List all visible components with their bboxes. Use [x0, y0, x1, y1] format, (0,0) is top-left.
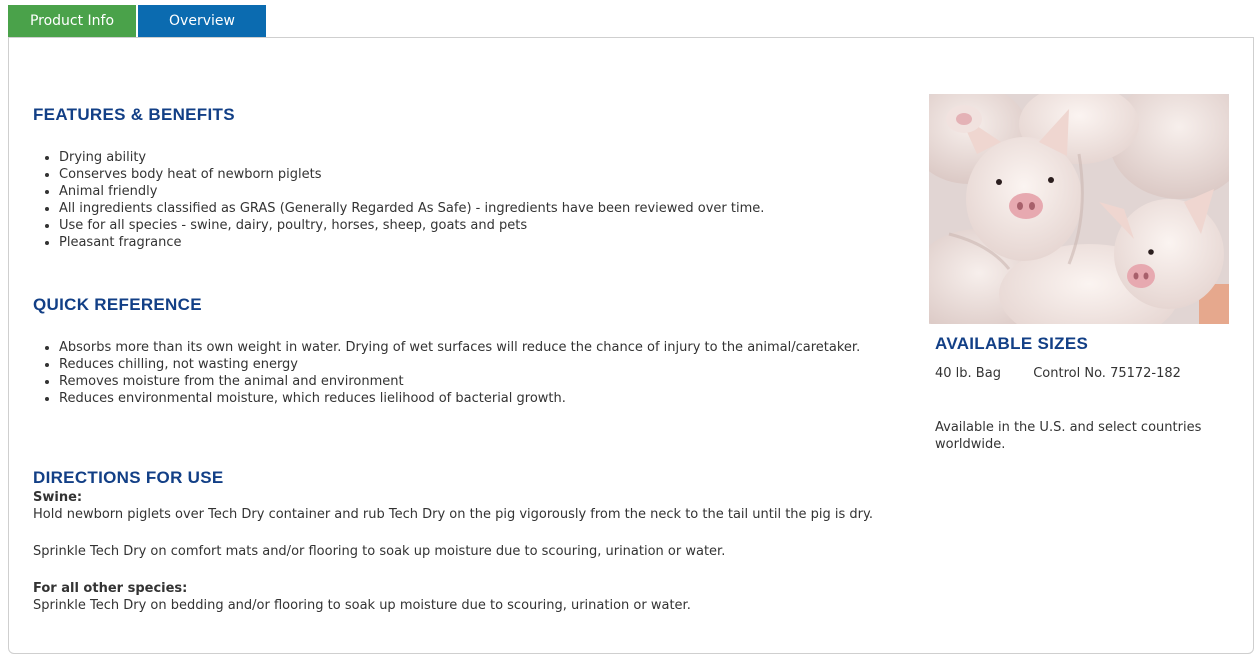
piglets-photo: [929, 94, 1229, 324]
list-item: Reduces environmental moisture, which re…: [59, 390, 913, 407]
swine-direction-1: Hold newborn piglets over Tech Dry conta…: [33, 507, 873, 522]
sidebar: AVAILABLE SIZES 40 lb. Bag Control No. 7…: [929, 94, 1229, 453]
list-item: Absorbs more than its own weight in wate…: [59, 339, 913, 356]
size-value: 40 lb. Bag: [935, 366, 1001, 381]
list-item: All ingredients classified as GRAS (Gene…: [59, 200, 913, 217]
list-item: Conserves body heat of newborn piglets: [59, 166, 913, 183]
swine-direction-2: Sprinkle Tech Dry on comfort mats and/or…: [33, 544, 726, 559]
quick-reference-heading: QUICK REFERENCE: [33, 295, 202, 314]
directions-heading: DIRECTIONS FOR USE: [33, 468, 224, 487]
tab-panel: FEATURES & BENEFITS Drying ability Conse…: [8, 37, 1254, 654]
available-sizes-heading: AVAILABLE SIZES: [935, 334, 1089, 353]
list-item: Use for all species - swine, dairy, poul…: [59, 217, 913, 234]
list-item: Removes moisture from the animal and env…: [59, 373, 913, 390]
tab-product-info[interactable]: Product Info: [8, 5, 136, 37]
swine-label: Swine:: [33, 490, 83, 505]
list-item: Pleasant fragrance: [59, 234, 913, 251]
availability-text: Available in the U.S. and select countri…: [935, 420, 1202, 452]
features-list: Drying ability Conserves body heat of ne…: [33, 149, 913, 251]
tab-bar: Product Info Overview: [8, 5, 266, 37]
other-species-label: For all other species:: [33, 581, 188, 596]
list-item: Reduces chilling, not wasting energy: [59, 356, 913, 373]
size-row: 40 lb. Bag Control No. 75172-182: [935, 365, 1229, 382]
control-number: Control No. 75172-182: [1033, 366, 1181, 381]
tab-overview[interactable]: Overview: [138, 5, 266, 37]
features-heading: FEATURES & BENEFITS: [33, 105, 235, 124]
list-item: Drying ability: [59, 149, 913, 166]
quick-reference-list: Absorbs more than its own weight in wate…: [33, 339, 913, 407]
other-species-direction: Sprinkle Tech Dry on bedding and/or floo…: [33, 598, 691, 613]
list-item: Animal friendly: [59, 183, 913, 200]
